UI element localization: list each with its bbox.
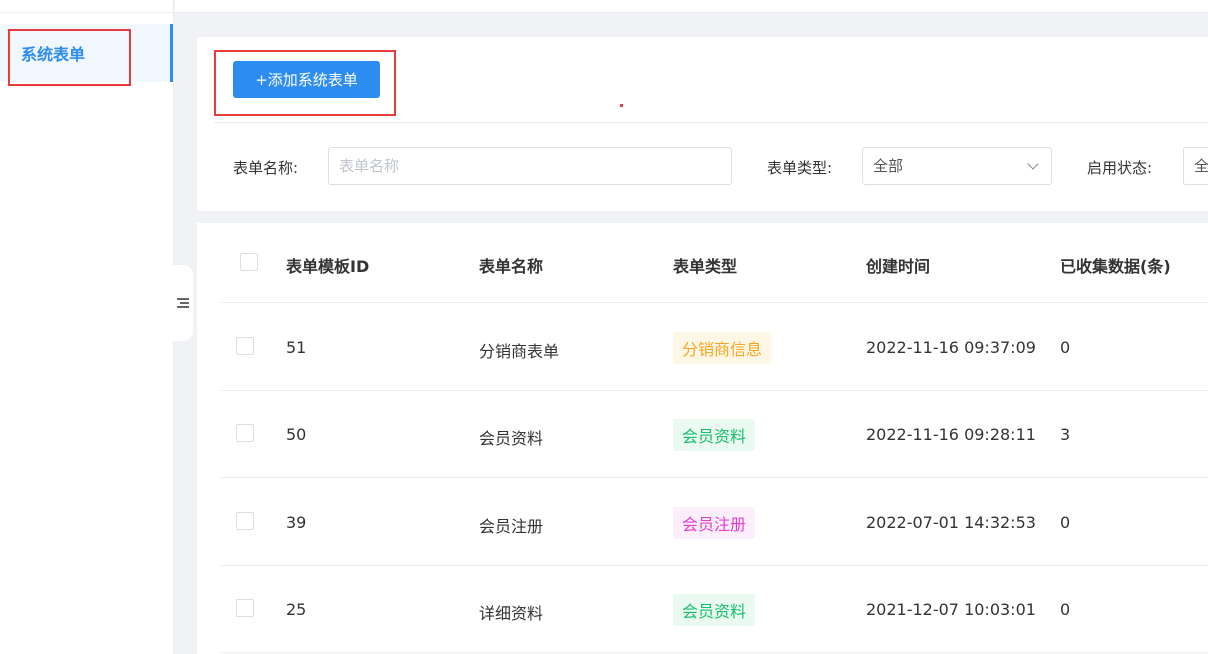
cell-created: 2022-11-16 09:28:11 (866, 425, 1036, 444)
cell-id: 39 (286, 513, 307, 532)
cell-id: 50 (286, 425, 307, 444)
cell-name: 会员资料 (479, 429, 544, 448)
form-name-input[interactable] (328, 147, 732, 185)
cell-created: 2022-07-01 14:32:53 (866, 513, 1036, 532)
row-checkbox[interactable] (236, 512, 254, 530)
row-divider (221, 652, 1208, 653)
sidebar: 系统表单 (0, 0, 174, 654)
type-tag: 会员资料 (673, 419, 756, 451)
form-type-label: 表单类型: (767, 159, 833, 177)
cell-count: 3 (1060, 425, 1071, 444)
type-tag: 分销商信息 (673, 332, 772, 364)
cell-name: 会员注册 (479, 517, 544, 536)
cell-count: 0 (1060, 338, 1071, 357)
cell-id: 51 (286, 338, 307, 357)
row-checkbox[interactable] (236, 599, 254, 617)
header-collected-count: 已收集数据(条) (1060, 257, 1171, 276)
form-type-select[interactable]: 全部 (862, 147, 1052, 185)
chevron-down-icon (1027, 158, 1039, 170)
cell-name: 详细资料 (479, 604, 544, 623)
cell-count: 0 (1060, 513, 1071, 532)
row-divider (221, 477, 1208, 478)
row-checkbox[interactable] (236, 424, 254, 442)
row-divider (221, 390, 1208, 391)
select-all-checkbox[interactable] (240, 253, 258, 271)
row-divider (221, 565, 1208, 566)
cell-id: 25 (286, 600, 307, 619)
cell-created: 2022-11-16 09:37:09 (866, 338, 1036, 357)
header-form-type: 表单类型 (673, 257, 738, 276)
header-created-time: 创建时间 (866, 257, 931, 276)
cell-created: 2021-12-07 10:03:01 (866, 600, 1036, 619)
sidebar-item-system-forms[interactable]: 系统表单 (0, 24, 173, 82)
row-checkbox[interactable] (236, 337, 254, 355)
collapse-menu-icon (177, 297, 189, 309)
row-divider (221, 302, 1208, 303)
status-value: 全 (1194, 157, 1208, 175)
form-type-value: 全部 (873, 157, 904, 175)
top-bar (175, 0, 1208, 13)
header-form-name: 表单名称 (479, 257, 544, 276)
sidebar-item-label: 系统表单 (21, 45, 86, 64)
type-tag: 会员注册 (673, 507, 756, 539)
form-name-label: 表单名称: (233, 159, 299, 177)
header-form-id: 表单模板ID (286, 257, 370, 276)
cell-name: 分销商表单 (479, 342, 560, 361)
annotation-dot (620, 104, 623, 107)
add-system-form-button[interactable]: +添加系统表单 (233, 61, 380, 98)
sidebar-collapse-toggle[interactable] (173, 265, 193, 341)
type-tag: 会员资料 (673, 594, 756, 626)
status-select[interactable]: 全 (1183, 147, 1208, 185)
status-label: 启用状态: (1087, 159, 1153, 177)
filter-divider (214, 122, 1208, 123)
sidebar-header (0, 0, 173, 13)
cell-count: 0 (1060, 600, 1071, 619)
